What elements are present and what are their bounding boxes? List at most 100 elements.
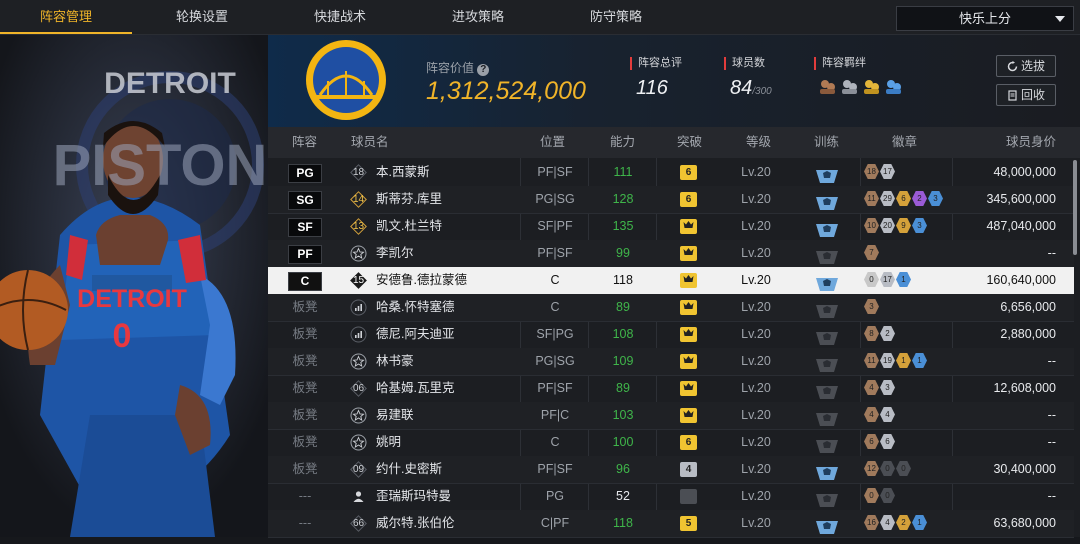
tab-defense[interactable]: 防守策略 [548, 0, 684, 34]
badge-list[interactable]: 82 [864, 326, 895, 343]
training-icon[interactable] [816, 301, 838, 318]
select-button[interactable]: 选拔 [996, 55, 1056, 77]
col-slot[interactable]: 阵容 [292, 127, 317, 158]
player-name[interactable]: 安德鲁.德拉蒙德 [376, 267, 467, 294]
bond-blue-icon[interactable] [884, 77, 903, 96]
table-row[interactable]: PG 18 本.西蒙斯 PF|SF 111 6 Lv.20 18 17 48,000,000 [268, 159, 1074, 187]
training-icon[interactable] [816, 274, 838, 291]
training-icon[interactable] [816, 355, 838, 372]
player-name[interactable]: 歪瑞斯玛特曼 [376, 483, 451, 510]
player-salary: -- [1047, 354, 1056, 368]
lineup-slot-badge[interactable]: SG [288, 191, 322, 210]
table-scrollbar[interactable] [1073, 160, 1077, 255]
training-icon[interactable] [816, 247, 838, 264]
player-name[interactable]: 哈基姆.瓦里克 [376, 375, 454, 402]
table-row[interactable]: 板凳 06 哈基姆.瓦里克 PF|SF 89 Lv.20 4 3 12,608,000 [268, 375, 1074, 403]
recycle-button[interactable]: 回收 [996, 84, 1056, 106]
badge-list[interactable]: 44 [864, 407, 895, 424]
player-name[interactable]: 斯蒂芬.库里 [376, 186, 442, 213]
tab-lineup[interactable]: 阵容管理 [0, 0, 132, 34]
table-row[interactable]: 板凳 哈桑.怀特塞德 C 89 Lv.20 3 6,656,000 [268, 294, 1074, 322]
table-row[interactable]: --- 66 威尔特.张伯伦 C|PF 118 5 Lv.20 16 4 2 1 63,680,000 [268, 510, 1074, 538]
table-row[interactable]: 板凳 09 约什.史密斯 PF|SF 96 4 Lv.20 12 0 0 30,400,000 [268, 456, 1074, 484]
bond-icons[interactable] [814, 77, 903, 96]
player-name[interactable]: 德尼.阿夫迪亚 [376, 321, 454, 348]
player-name[interactable]: 李凯尔 [376, 240, 414, 267]
training-icon[interactable] [816, 382, 838, 399]
badge-list[interactable]: 11 19 1 1 [864, 353, 927, 370]
player-name[interactable]: 约什.史密斯 [376, 456, 442, 483]
col-badges[interactable]: 徽章 [892, 127, 917, 158]
lineup-slot-label[interactable]: --- [284, 483, 326, 510]
badge-list[interactable]: 0 17 1 [864, 272, 911, 289]
badge-list[interactable]: 43 [864, 380, 895, 397]
col-breakthrough[interactable]: 突破 [677, 127, 702, 158]
badge-list[interactable]: 3 [864, 299, 879, 316]
bond-silver-icon[interactable] [840, 77, 859, 96]
tab-offense[interactable]: 进攻策略 [410, 0, 546, 34]
col-name[interactable]: 球员名 [351, 127, 389, 158]
tab-quick-tactics[interactable]: 快捷战术 [272, 0, 408, 34]
lineup-slot-label[interactable]: --- [284, 510, 326, 537]
lineup-slot-badge[interactable]: PG [288, 164, 322, 183]
badge-list[interactable]: 7 [864, 245, 879, 262]
lineup-slot-label[interactable]: 板凳 [284, 348, 326, 375]
lineup-slot-label[interactable]: 板凳 [284, 375, 326, 402]
bond-bronze-icon[interactable] [818, 77, 837, 96]
col-salary[interactable]: 球员身价 [1006, 127, 1056, 158]
lineup-slot-badge[interactable]: C [288, 272, 322, 291]
star-icon [350, 245, 367, 262]
training-icon[interactable] [816, 220, 838, 237]
lineup-slot-label[interactable]: 板凳 [284, 402, 326, 429]
table-row[interactable]: C 15 安德鲁.德拉蒙德 C 118 Lv.20 0 17 1 160,640,000 [268, 267, 1074, 295]
lineup-dropdown[interactable]: 快乐上分 [896, 6, 1074, 31]
top-nav: 阵容管理 轮换设置 快捷战术 进攻策略 防守策略 快乐上分 [0, 0, 1080, 35]
player-name[interactable]: 威尔特.张伯伦 [376, 510, 454, 537]
training-icon[interactable] [816, 328, 838, 345]
table-row[interactable]: 板凳 易建联 PF|C 103 Lv.20 4 4 -- [268, 402, 1074, 430]
training-icon[interactable] [816, 166, 838, 183]
lineup-slot-label[interactable]: 板凳 [284, 429, 326, 456]
tab-rotation[interactable]: 轮换设置 [134, 0, 270, 34]
col-position[interactable]: 位置 [540, 127, 565, 158]
player-name[interactable]: 哈桑.怀特塞德 [376, 294, 454, 321]
badge-list[interactable]: 11 29 6 2 3 [864, 191, 943, 208]
badge-list[interactable]: 12 0 0 [864, 461, 911, 478]
bond-gold-icon[interactable] [862, 77, 881, 96]
training-icon[interactable] [816, 436, 838, 453]
player-name[interactable]: 本.西蒙斯 [376, 159, 429, 186]
lineup-slot-label[interactable]: 板凳 [284, 321, 326, 348]
player-name[interactable]: 姚明 [376, 429, 401, 456]
badge-list[interactable]: 10 20 9 3 [864, 218, 927, 235]
lineup-slot-badge[interactable]: SF [288, 218, 322, 237]
player-salary: 30,400,000 [993, 462, 1056, 476]
training-icon[interactable] [816, 463, 838, 480]
badge-list[interactable]: 00 [864, 488, 895, 505]
badge-hexagon-icon: 11 [864, 353, 879, 368]
badge-list[interactable]: 18 17 [864, 164, 895, 181]
badge-list[interactable]: 16 4 2 1 [864, 515, 927, 532]
col-level[interactable]: 等级 [746, 127, 771, 158]
player-name[interactable]: 凯文.杜兰特 [376, 213, 442, 240]
training-icon[interactable] [816, 409, 838, 426]
help-icon[interactable]: ? [477, 64, 490, 76]
table-row[interactable]: PF 李凯尔 PF|SF 99 Lv.20 7 -- [268, 240, 1074, 268]
training-icon[interactable] [816, 490, 838, 507]
badge-list[interactable]: 66 [864, 434, 895, 451]
training-icon[interactable] [816, 517, 838, 534]
lineup-slot-label[interactable]: 板凳 [284, 294, 326, 321]
table-row[interactable]: 板凳 姚明 C 100 6 Lv.20 6 6 -- [268, 429, 1074, 457]
lineup-slot-label[interactable]: 板凳 [284, 456, 326, 483]
table-row[interactable]: --- 歪瑞斯玛特曼 PG 52 Lv.20 0 0 -- [268, 483, 1074, 511]
col-training[interactable]: 训练 [814, 127, 839, 158]
col-ability[interactable]: 能力 [610, 127, 635, 158]
table-row[interactable]: SG 14 斯蒂芬.库里 PG|SG 128 6 Lv.20 11 29 6 2 3 345,600,0… [268, 186, 1074, 214]
badge-hexagon-icon: 20 [880, 218, 895, 233]
table-row[interactable]: SF 13 凯文.杜兰特 SF|PF 135 Lv.20 10 20 9 3 487,040,000 [268, 213, 1074, 241]
table-row[interactable]: 板凳 德尼.阿夫迪亚 SF|PG 108 Lv.20 8 2 2,880,000 [268, 321, 1074, 349]
lineup-slot-badge[interactable]: PF [288, 245, 322, 264]
table-row[interactable]: 板凳 林书豪 PG|SG 109 Lv.20 11 19 1 1 -- [268, 348, 1074, 376]
player-name[interactable]: 易建联 [376, 402, 414, 429]
player-name[interactable]: 林书豪 [376, 348, 414, 375]
training-icon[interactable] [816, 193, 838, 210]
